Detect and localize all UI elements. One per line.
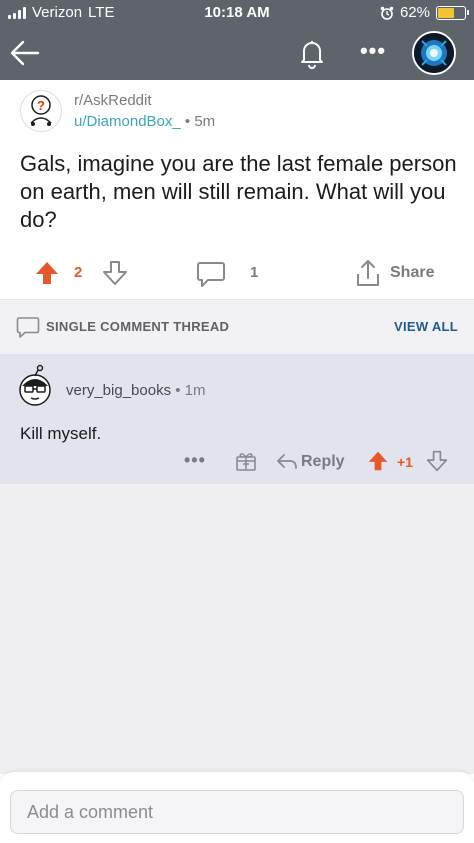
comment-action-bar: ••• Reply +1 — [0, 450, 474, 478]
upvote-arrow-icon — [368, 451, 388, 471]
share-icon — [357, 260, 379, 286]
meta-separator: • — [184, 113, 191, 130]
award-button[interactable] — [235, 450, 257, 477]
reply-button[interactable] — [276, 451, 298, 476]
user-avatar-button[interactable] — [412, 31, 456, 75]
comment-author-line: very_big_books • 1m — [66, 382, 206, 399]
share-button[interactable] — [354, 258, 382, 293]
comment-downvote-button[interactable] — [426, 450, 448, 477]
snoo-avatar-icon — [19, 364, 51, 406]
comment-card: very_big_books • 1m Kill myself. ••• Rep… — [0, 354, 474, 484]
alarm-icon — [380, 6, 394, 20]
post-meta: ? r/AskReddit u/DiamondBox_ • 5m — [18, 88, 458, 136]
comment-count: 1 — [250, 264, 259, 281]
comment-upvote-button[interactable] — [367, 450, 389, 477]
comments-button[interactable] — [196, 260, 226, 293]
post-action-bar: 2 1 Share — [0, 256, 474, 292]
comment-bubble-icon — [16, 317, 40, 338]
post-title: Gals, imagine you are the last female pe… — [20, 151, 457, 232]
back-arrow-icon — [10, 40, 40, 66]
comment-bubble-icon — [197, 262, 225, 287]
back-button[interactable] — [8, 36, 42, 70]
comment-author-avatar[interactable] — [16, 364, 54, 408]
comment-body: Kill myself. — [20, 424, 102, 443]
battery-fill — [438, 7, 455, 18]
add-comment-input[interactable] — [10, 790, 464, 834]
thread-label: SINGLE COMMENT THREAD — [46, 319, 230, 334]
more-options-button[interactable]: ••• — [356, 38, 390, 68]
downvote-arrow-icon — [426, 450, 448, 472]
compose-bar — [0, 772, 474, 843]
single-thread-bar: SINGLE COMMENT THREAD VIEW ALL — [0, 300, 474, 354]
subreddit-avatar[interactable]: ? — [20, 90, 62, 132]
battery-icon — [436, 5, 469, 20]
top-nav-bar: ••• — [0, 26, 474, 80]
comment-more-button[interactable]: ••• — [184, 450, 206, 471]
user-avatar-icon — [414, 33, 454, 73]
svg-text:?: ? — [37, 98, 45, 113]
vote-count: 2 — [74, 264, 83, 281]
post-author-line: u/DiamondBox_ • 5m — [74, 113, 215, 130]
post-age: 5m — [194, 113, 216, 130]
comment-author[interactable]: very_big_books — [66, 382, 171, 399]
reply-label[interactable]: Reply — [301, 453, 345, 471]
downvote-arrow-icon — [103, 261, 127, 285]
share-label[interactable]: Share — [390, 264, 434, 282]
notifications-button[interactable] — [295, 36, 329, 70]
empty-area — [0, 484, 474, 774]
post-author[interactable]: u/DiamondBox_ — [74, 113, 181, 130]
bell-icon — [301, 41, 323, 69]
upvote-arrow-icon — [36, 262, 58, 284]
battery-percent: 62% — [399, 4, 430, 21]
upvote-button[interactable] — [34, 260, 60, 291]
reply-arrow-icon — [277, 454, 297, 469]
comment-time: • 1m — [175, 382, 206, 399]
subreddit-name[interactable]: r/AskReddit — [74, 92, 152, 109]
downvote-button[interactable] — [102, 260, 128, 291]
award-gift-icon — [236, 453, 256, 471]
comment-score: +1 — [397, 454, 413, 470]
status-bar: Verizon LTE 10:18 AM 62% — [0, 0, 474, 26]
view-all-button[interactable]: VIEW ALL — [394, 319, 458, 334]
askreddit-icon: ? — [30, 95, 52, 126]
status-right: 62% — [380, 4, 469, 21]
thread-icon-wrap — [16, 316, 40, 345]
